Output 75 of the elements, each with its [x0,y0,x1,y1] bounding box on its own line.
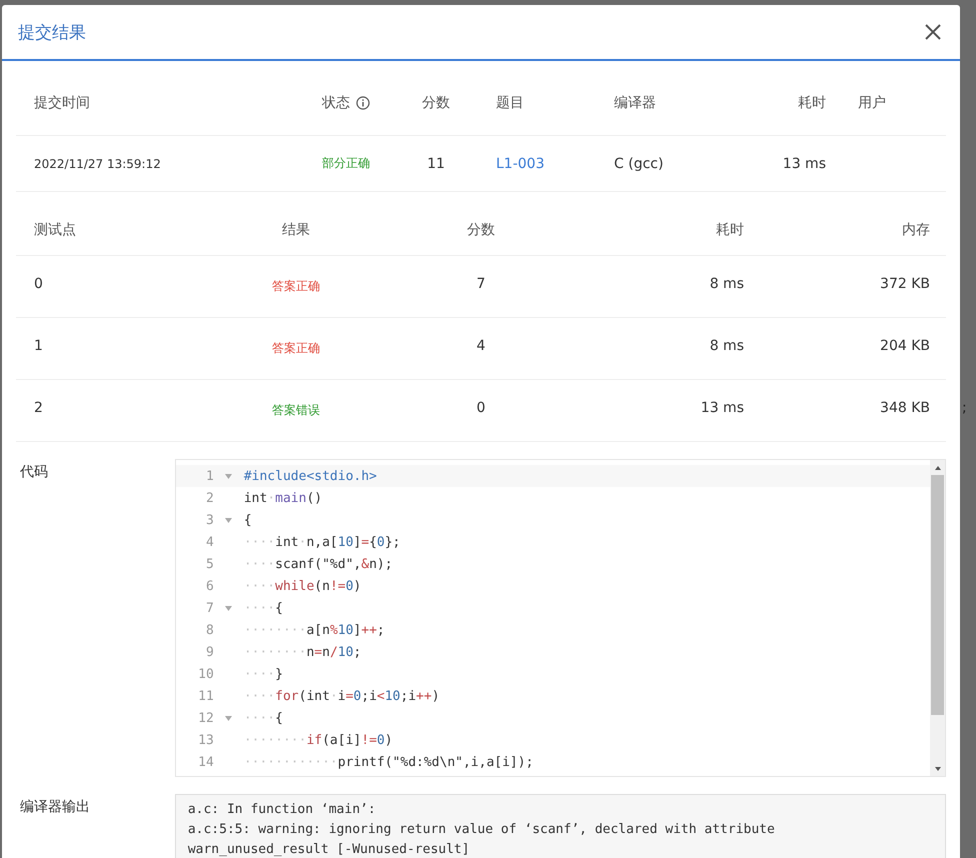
table-cell: 2022/11/27 13:59:12 [34,156,161,170]
column-header: 题目 [496,94,524,112]
fold-icon[interactable] [225,518,232,522]
line-number: 3 [205,512,214,528]
table-cell: 1 [34,338,43,354]
line-number: 9 [205,644,214,660]
code-line: #include<stdio.h> [244,468,377,484]
column-header: 分数 [422,94,450,112]
code-line: ········if(a[i]!=0) [244,732,393,748]
output-line: a.c:5:5: warning: ignoring return value of ‘scanf’, declared with attribute [188,821,776,839]
code-line: int·main() [244,490,322,506]
line-number: 1 [205,468,214,484]
page-text: ; [962,400,967,416]
table-cell: 13 ms [782,156,826,172]
line-number: 6 [205,578,214,594]
table-cell: 13 ms [700,400,744,416]
table-cell: 4 [476,338,486,354]
scrollbar[interactable] [930,460,945,776]
code-line: ········n=n/10; [244,644,362,660]
line-number: 4 [205,534,214,550]
table-cell: 0 [34,276,43,292]
column-header: 用户 [858,94,886,112]
line-number: 2 [205,490,214,506]
close-icon[interactable] [924,23,942,41]
table-cell: 11 [427,156,445,172]
result-label: 答案正确 [272,279,320,293]
code-line: ····while(n!=0) [244,578,362,594]
table-cell: 372 KB [880,276,930,292]
table-cell: 0 [476,400,486,416]
code-line: ····} [244,666,283,682]
status-label: 部分正确 [322,155,370,172]
table-cell: 8 ms [710,276,744,292]
code-line: { [244,512,252,528]
result-label: 答案正确 [272,341,320,355]
line-number: 5 [205,556,214,572]
column-header: 状态 [322,94,350,112]
column-header: 提交时间 [34,94,90,112]
output-line: a.c: In function ‘main’: [188,801,377,819]
line-number: 11 [197,688,214,704]
code-line: ············printf("%d:%d\n",i,a[i]); [244,754,534,770]
column-header: 测试点 [34,222,76,238]
line-number: 13 [197,732,214,748]
fold-icon[interactable] [225,474,232,478]
code-line: ····scanf("%d",&n); [244,556,393,572]
code-line: ········a[n%10]++; [244,622,385,638]
column-header: 耗时 [798,94,826,112]
line-number: 12 [197,710,214,726]
column-header: 结果 [282,222,310,238]
code-line: ····{ [244,600,283,616]
line-number: 8 [205,622,214,638]
fold-icon[interactable] [225,606,232,610]
column-header: 编译器 [614,94,656,112]
problem-link[interactable]: L1-003 [496,156,544,172]
info-icon[interactable] [356,96,370,110]
section-label: 编译器输出 [19,798,91,817]
table-cell: 204 KB [880,338,930,354]
table-cell: 8 ms [710,338,744,354]
fold-icon[interactable] [225,716,232,720]
table-cell: 348 KB [880,400,930,416]
code-line: ····{ [244,710,283,726]
result-label: 答案错误 [272,403,320,417]
line-number: 10 [197,666,214,682]
table-cell: 7 [476,276,486,292]
code-line: ····for(int·i=0;i<10;i++) [244,688,440,704]
output-line: warn_unused_result [-Wunused-result] [188,841,471,858]
line-number: 14 [197,754,214,770]
dialog-title: 提交结果 [18,22,86,44]
section-label: 代码 [19,463,49,482]
table-cell: 2 [34,400,43,416]
column-header: 耗时 [716,222,744,238]
line-number: 7 [205,600,214,616]
column-header: 内存 [902,222,930,238]
code-line: ····int·n,a[10]={0}; [244,534,400,550]
table-cell: C (gcc) [614,156,664,172]
column-header: 分数 [467,222,495,238]
